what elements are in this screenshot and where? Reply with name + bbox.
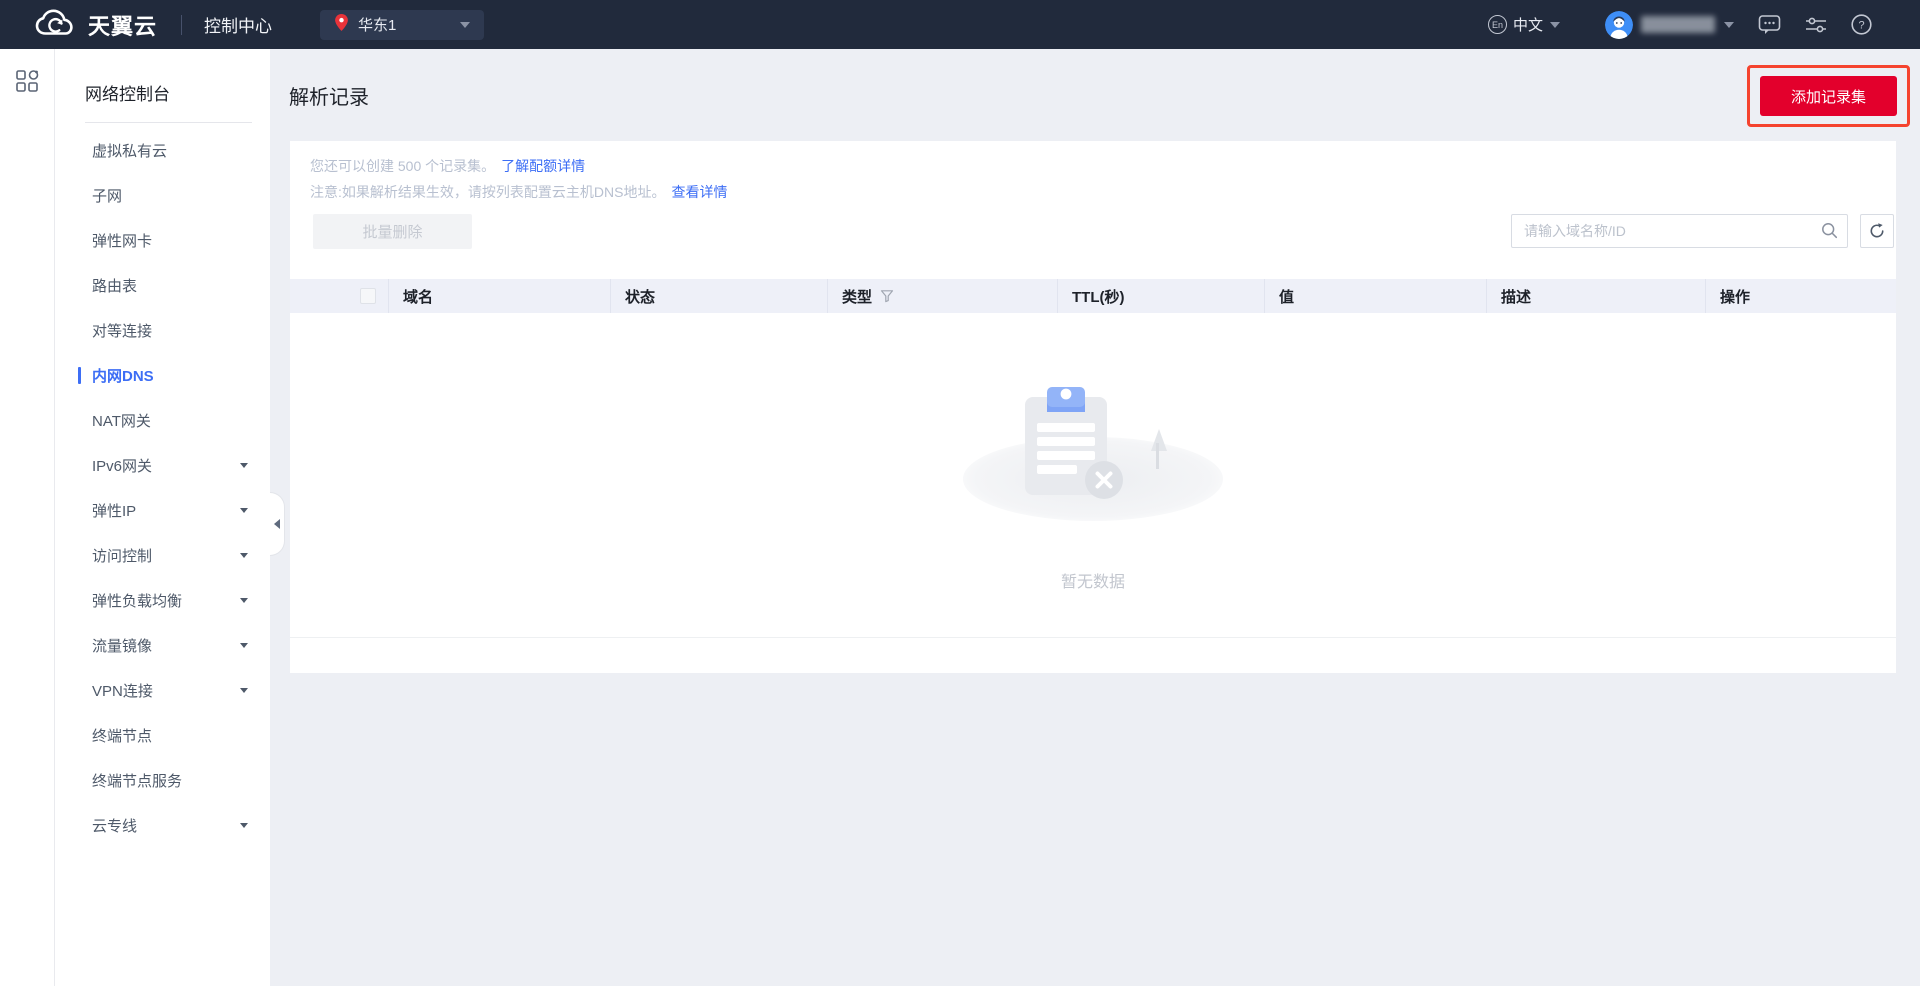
sidebar-item-peering[interactable]: 对等连接 (55, 308, 270, 353)
chevron-down-icon (240, 823, 248, 828)
chevron-down-icon (240, 553, 248, 558)
brand-name: 天翼云 (88, 13, 158, 39)
column-header-description: 描述 (1486, 279, 1705, 313)
message-icon[interactable] (1758, 14, 1781, 35)
topbar: 天翼云 控制中心 华东1 En 中文 ? (0, 0, 1920, 49)
select-all-checkbox[interactable] (360, 288, 376, 304)
sidebar-item-acl[interactable]: 访问控制 (55, 533, 270, 578)
help-icon[interactable]: ? (1851, 14, 1872, 35)
sidebar-item-nat-gateway[interactable]: NAT网关 (55, 398, 270, 443)
topbar-divider (181, 14, 183, 35)
divider (85, 122, 252, 123)
sidebar-item-ipv6-gateway[interactable]: IPv6网关 (55, 443, 270, 488)
empty-state-text: 暂无数据 (1060, 574, 1125, 591)
main-content: 解析记录 添加记录集 您还可以创建 500 个记录集。 了解配额详情 注意:如果解… (270, 49, 1920, 986)
notice-line-1: 您还可以创建 500 个记录集。 了解配额详情 (310, 158, 586, 174)
sidebar-item-eni[interactable]: 弹性网卡 (55, 218, 270, 263)
sidebar-item-vpc[interactable]: 虚拟私有云 (55, 128, 270, 173)
batch-delete-button[interactable]: 批量删除 (313, 213, 472, 249)
filter-funnel-icon[interactable] (880, 289, 894, 303)
records-panel: 您还可以创建 500 个记录集。 了解配额详情 注意:如果解析结果生效，请按列表配… (290, 141, 1896, 673)
svg-text:?: ? (1858, 20, 1864, 32)
language-switcher[interactable]: En 中文 (1487, 14, 1560, 35)
cloud-logo-icon (35, 9, 79, 41)
search-box (1511, 214, 1848, 248)
sidebar-item-traffic-mirror[interactable]: 流量镜像 (55, 623, 270, 668)
sidebar-item-cloud-connect[interactable]: 云专线 (55, 803, 270, 848)
sidebar-collapse-button[interactable] (270, 492, 285, 556)
annotation-highlight-box: 添加记录集 (1747, 65, 1910, 127)
brand-logo[interactable]: 天翼云 (35, 9, 157, 41)
column-header-value: 值 (1264, 279, 1486, 313)
table-empty-body: 暂无数据 (290, 313, 1896, 638)
select-all-cell (290, 279, 388, 313)
sidebar-item-private-dns[interactable]: 内网DNS (55, 353, 270, 398)
column-header-ttl: TTL(秒) (1057, 279, 1264, 313)
quota-details-link[interactable]: 了解配额详情 (501, 158, 585, 174)
chevron-down-icon (240, 688, 248, 693)
chevron-down-icon (240, 508, 248, 513)
column-header-actions: 操作 (1705, 279, 1896, 313)
sidebar-item-elb[interactable]: 弹性负载均衡 (55, 578, 270, 623)
sidebar-item-vpn[interactable]: VPN连接 (55, 668, 270, 713)
empty-state-illustration (963, 383, 1223, 528)
chevron-down-icon (460, 21, 471, 28)
sidebar: 网络控制台 虚拟私有云 子网 弹性网卡 路由表 对等连接 内网DNS NAT网关… (55, 49, 270, 986)
sidebar-item-endpoint[interactable]: 终端节点 (55, 713, 270, 758)
sidebar-item-subnet[interactable]: 子网 (55, 173, 270, 218)
avatar[interactable] (1605, 10, 1633, 39)
refresh-icon (1870, 223, 1884, 238)
app-icon-strip (0, 49, 55, 986)
sidebar-title: 网络控制台 (85, 85, 170, 104)
column-header-domain: 域名 (388, 279, 610, 313)
chevron-down-icon (1724, 21, 1734, 28)
chevron-left-icon (274, 519, 280, 529)
view-details-link[interactable]: 查看详情 (671, 184, 727, 200)
column-header-status: 状态 (610, 279, 827, 313)
refresh-button[interactable] (1860, 214, 1894, 248)
sidebar-menu: 虚拟私有云 子网 弹性网卡 路由表 对等连接 内网DNS NAT网关 IPv6网… (55, 128, 270, 848)
table-footer (290, 638, 1896, 673)
language-label: 中文 (1512, 17, 1543, 34)
location-pin-icon (335, 13, 348, 36)
page-title: 解析记录 (289, 87, 369, 109)
chevron-down-icon (240, 643, 248, 648)
table-header-row: 域名 状态 类型 TTL(秒) 值 描述 操作 (290, 279, 1896, 313)
settings-sliders-icon[interactable] (1805, 15, 1827, 35)
search-icon[interactable] (1821, 222, 1838, 244)
sidebar-item-route-table[interactable]: 路由表 (55, 263, 270, 308)
region-selector[interactable]: 华东1 (320, 9, 485, 40)
column-header-type: 类型 (827, 279, 1057, 313)
add-recordset-button[interactable]: 添加记录集 (1760, 76, 1897, 116)
apps-grid-icon[interactable] (15, 70, 39, 986)
search-input[interactable] (1511, 214, 1848, 248)
region-value: 华东1 (358, 17, 397, 34)
chevron-down-icon (240, 598, 248, 603)
notice-line-2: 注意:如果解析结果生效，请按列表配置云主机DNS地址。 查看详情 (310, 184, 728, 200)
console-center-link[interactable]: 控制中心 (204, 12, 272, 37)
sidebar-item-eip[interactable]: 弹性IP (55, 488, 270, 533)
sidebar-item-endpoint-service[interactable]: 终端节点服务 (55, 758, 270, 803)
table-toolbar: 批量删除 (290, 213, 1896, 249)
quota-notice: 您还可以创建 500 个记录集。 了解配额详情 注意:如果解析结果生效，请按列表配… (310, 153, 727, 205)
language-en-icon: En (1487, 15, 1507, 34)
username-redacted (1641, 16, 1715, 33)
chevron-down-icon (240, 463, 248, 468)
chevron-down-icon (1550, 21, 1560, 28)
